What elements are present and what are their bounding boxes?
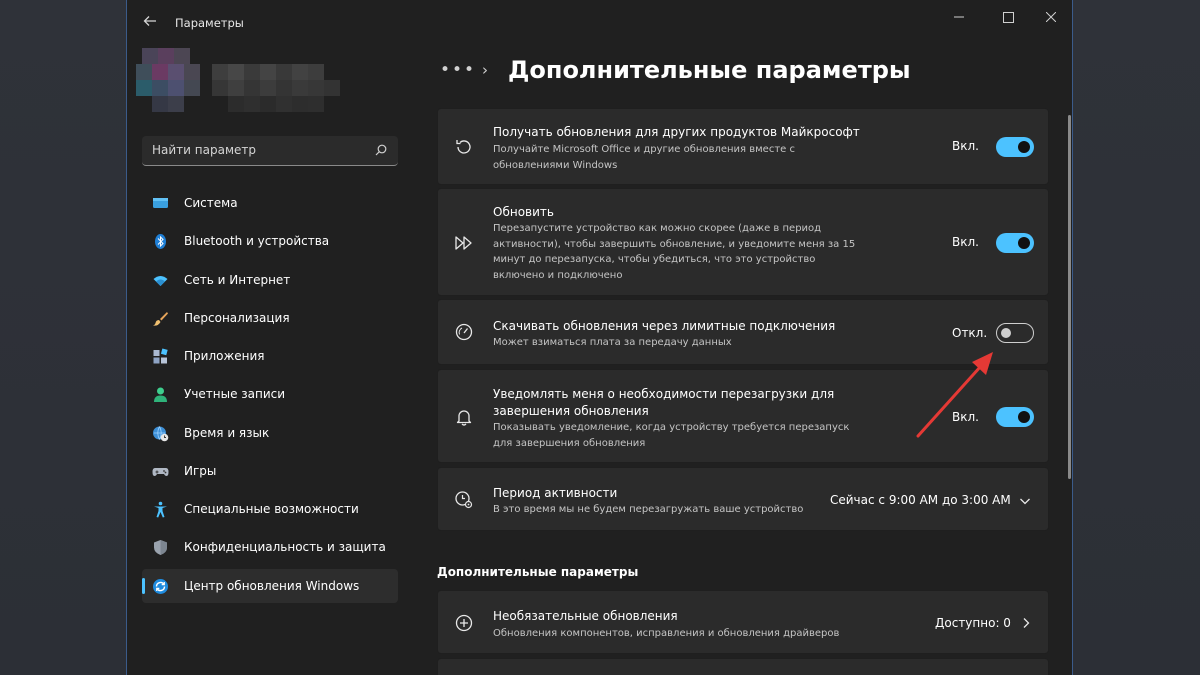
- annotation-arrow: [916, 352, 993, 438]
